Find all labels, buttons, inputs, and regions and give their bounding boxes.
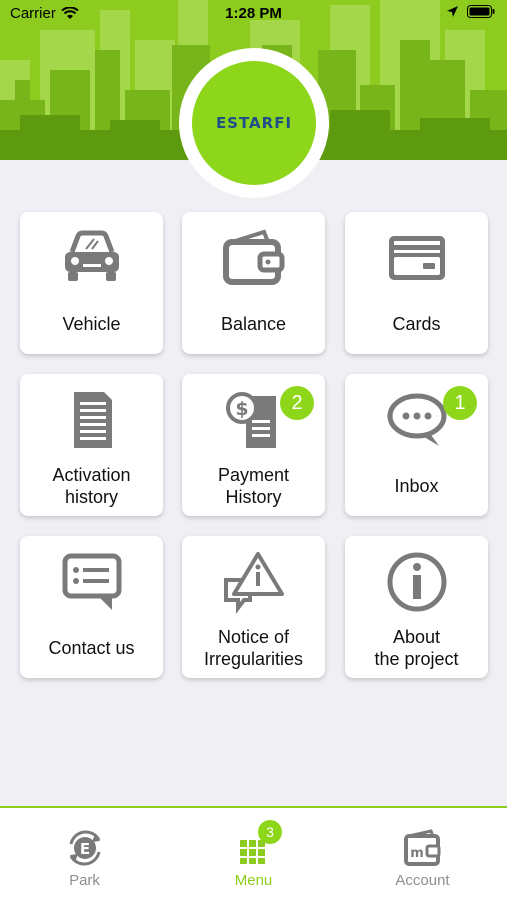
tile-label-line: Irregularities: [203, 649, 304, 669]
bottom-tab-bar: E Park 3 Menu m Account: [0, 806, 507, 900]
warning-chat-icon: [182, 550, 325, 614]
tile-label-line: Contact us: [48, 638, 135, 658]
tile-label: Inbox: [349, 475, 484, 497]
tile-label-line: History: [225, 487, 282, 507]
tile-label: Balance: [186, 313, 321, 335]
tile-label-line: Notice of: [217, 627, 290, 647]
credit-card-icon: [345, 226, 488, 290]
location-arrow-icon: [447, 6, 458, 17]
tile-label-line: the project: [374, 649, 459, 669]
tab-menu[interactable]: 3 Menu: [169, 808, 338, 900]
tab-account[interactable]: m Account: [338, 808, 507, 900]
clock: 1:28 PM: [225, 5, 282, 22]
tile-label: About the project: [349, 626, 484, 670]
svg-text:m: m: [410, 846, 424, 861]
tile-label-line: Payment: [217, 465, 290, 485]
logo-circle: ESTARFI: [192, 61, 316, 185]
tile-label-line: history: [64, 487, 118, 507]
tab-label: Park: [69, 872, 100, 889]
tile-label-line: About: [392, 627, 441, 647]
tile-label: Cards: [349, 313, 484, 335]
tile-label: Activation history: [24, 464, 159, 508]
document-icon: [20, 388, 163, 452]
menu-tile-activation-history[interactable]: Activation history: [20, 374, 163, 516]
tile-label-line: Cards: [392, 314, 441, 334]
tile-label: Payment History: [186, 464, 321, 508]
menu-tile-contact-us[interactable]: Contact us: [20, 536, 163, 678]
app-logo: ESTARFI: [179, 48, 329, 198]
menu-tile-cards[interactable]: Cards: [345, 212, 488, 354]
menu-tile-payment-history[interactable]: $ Payment History 2: [182, 374, 325, 516]
tile-label-line: Vehicle: [62, 314, 121, 334]
tab-label: Account: [395, 872, 450, 889]
svg-text:$: $: [235, 398, 248, 420]
message-icon: [20, 550, 163, 614]
tile-label: Notice of Irregularities: [186, 626, 321, 670]
account-wallet-icon: m: [338, 826, 507, 870]
status-bar: Carrier 1:28 PM: [0, 0, 507, 28]
car-icon: [20, 226, 163, 290]
tile-label-line: Inbox: [394, 476, 439, 496]
tile-label: Vehicle: [24, 313, 159, 335]
tile-label-line: Activation: [52, 465, 131, 485]
menu-tile-about-the-project[interactable]: About the project: [345, 536, 488, 678]
notification-badge: 2: [280, 386, 314, 420]
battery-icon: [467, 5, 495, 18]
grid-icon: [169, 826, 338, 870]
tab-label: Menu: [234, 872, 273, 889]
status-right-indicators: [446, 5, 495, 18]
tile-label-line: Balance: [220, 314, 287, 334]
wallet-icon: [182, 226, 325, 290]
tab-park[interactable]: E Park: [0, 808, 169, 900]
tab-badge: 3: [258, 820, 282, 844]
logo-text: ESTARFI: [215, 114, 293, 132]
menu-tile-inbox[interactable]: Inbox 1: [345, 374, 488, 516]
menu-tile-balance[interactable]: Balance: [182, 212, 325, 354]
park-icon: E: [0, 826, 169, 870]
info-icon: [345, 550, 488, 614]
menu-tile-notice-of-irregularities[interactable]: Notice of Irregularities: [182, 536, 325, 678]
notification-badge: 1: [443, 386, 477, 420]
menu-tile-vehicle[interactable]: Vehicle: [20, 212, 163, 354]
svg-text:E: E: [79, 840, 89, 858]
tile-label: Contact us: [24, 637, 159, 659]
